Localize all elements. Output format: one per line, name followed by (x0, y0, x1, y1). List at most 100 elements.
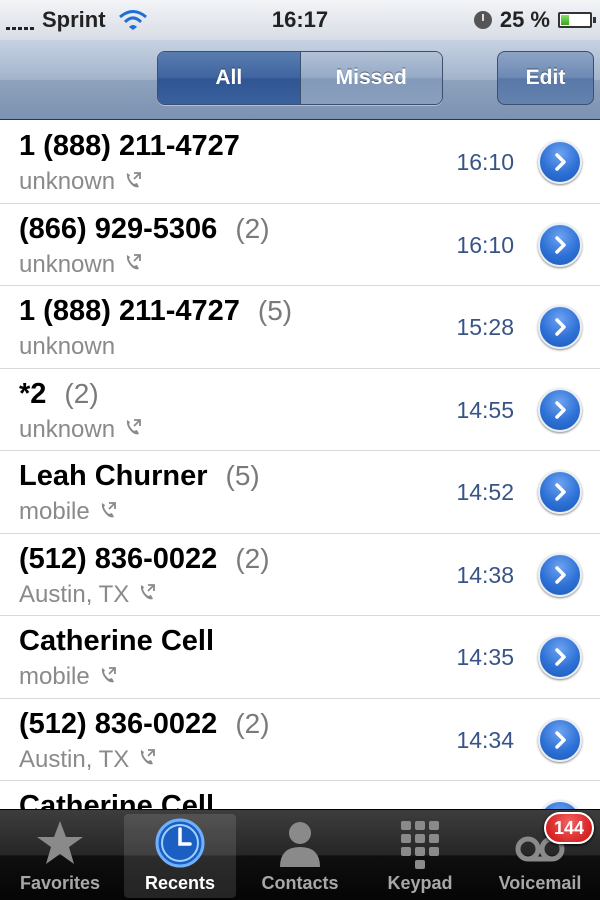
tab-label: Voicemail (498, 873, 582, 893)
chevron-right-icon (550, 152, 570, 172)
detail-disclosure-button[interactable] (538, 140, 582, 184)
call-sub-line: unknown (19, 333, 115, 361)
detail-disclosure-button[interactable] (538, 717, 582, 762)
outgoing-call-icon (98, 665, 118, 690)
call-sub-line: unknown (19, 251, 143, 279)
outgoing-call-icon (98, 500, 118, 525)
chevron-right-icon (550, 730, 570, 750)
segment-all[interactable]: All (158, 52, 300, 104)
tab-label: Recents (144, 873, 216, 893)
call-sub-line: unknown (19, 416, 143, 444)
battery-percent: 25 % (499, 7, 550, 32)
chevron-right-icon (550, 565, 570, 585)
caller-name: *2 (19, 377, 47, 410)
star-icon (37, 821, 83, 864)
call-row[interactable]: (866) 929-5306 (2) unknown 16:10 (0, 204, 600, 286)
tab-recents[interactable]: Recents (124, 814, 236, 898)
detail-disclosure-button[interactable] (538, 470, 582, 514)
call-time: 14:38 (456, 561, 514, 588)
call-time: 14:35 (456, 644, 514, 670)
call-label: Austin, TX (19, 580, 130, 608)
edit-button[interactable]: Edit (497, 51, 594, 105)
caller-name: (512) 836-0022 (19, 542, 218, 575)
keypad-icon (401, 821, 439, 869)
recents-list[interactable]: 1 (888) 211-4727 unknown 16:10 (866) 929-53… (0, 121, 600, 809)
call-count: (2) (235, 707, 270, 739)
tab-label: Keypad (387, 873, 453, 893)
caller-name: Leah Churner (19, 460, 208, 492)
call-time: 14:52 (456, 479, 514, 505)
detail-disclosure-button[interactable] (538, 387, 582, 432)
outgoing-call-icon (123, 417, 143, 442)
caller-name: Catherine Cell (19, 625, 214, 657)
status-bar: Sprint 16:17 25 % (0, 0, 600, 40)
call-row[interactable]: *2 (2) unknown 14:55 (0, 369, 600, 451)
caller-name: (866) 929-5306 (19, 212, 218, 245)
caller-name: (512) 836-0022 (19, 707, 218, 740)
voicemail-badge: 144 (543, 812, 594, 844)
call-time: 14:34 (456, 726, 514, 753)
outgoing-call-icon (123, 170, 143, 195)
call-row[interactable]: Catherine Cell mobile 14:35 (0, 616, 600, 699)
call-row[interactable]: Catherine Cell (0, 781, 600, 809)
tab-favorites[interactable]: Favorites (4, 814, 116, 898)
filter-segmented-control: All Missed (157, 51, 443, 105)
call-sub-line: Austin, TX (19, 746, 157, 774)
call-sub-line: mobile (19, 498, 118, 526)
person-icon (280, 822, 320, 867)
call-label: unknown (19, 415, 116, 443)
status-right: 25 % (473, 7, 596, 33)
tab-bar: Favorites Recents Contacts Keypad Voicem… (0, 809, 600, 900)
tab-keypad[interactable]: Keypad (364, 814, 476, 898)
chevron-right-icon (550, 317, 570, 337)
caller-name: 1 (888) 211-4727 (19, 130, 240, 162)
detail-disclosure-button[interactable] (538, 222, 582, 267)
call-count: (2) (235, 542, 270, 574)
detail-disclosure-button[interactable] (538, 800, 582, 809)
tab-label: Favorites (19, 873, 101, 893)
call-count: (5) (257, 295, 293, 326)
segment-missed[interactable]: Missed (299, 52, 442, 104)
detail-disclosure-button[interactable] (538, 552, 582, 597)
call-label: unknown (19, 333, 116, 360)
call-name-line: 1 (888) 211-4727 (19, 130, 240, 163)
chevron-right-icon (550, 400, 570, 420)
call-label: mobile (19, 663, 90, 690)
call-sub-line: unknown (19, 168, 143, 196)
call-time: 14:55 (456, 396, 514, 423)
call-label: unknown (19, 250, 116, 278)
chevron-right-icon (550, 482, 570, 502)
call-row[interactable]: Leah Churner (5) mobile 14:52 (0, 451, 600, 534)
call-time: 15:28 (456, 314, 514, 340)
call-name-line: (512) 836-0022 (2) (19, 708, 270, 741)
call-count: (5) (225, 460, 260, 491)
call-row[interactable]: (512) 836-0022 (2) Austin, TX 14:34 (0, 699, 600, 781)
call-time: 16:10 (456, 149, 514, 175)
call-name-line: (866) 929-5306 (2) (19, 213, 270, 246)
call-row[interactable]: 1 (888) 211-4727 unknown 16:10 (0, 121, 600, 204)
call-count: (2) (64, 377, 99, 409)
call-name-line: (512) 836-0022 (2) (19, 543, 270, 576)
chevron-right-icon (550, 647, 570, 667)
chevron-right-icon (550, 235, 570, 255)
call-row[interactable]: (512) 836-0022 (2) Austin, TX 14:38 (0, 534, 600, 616)
call-label: unknown (19, 168, 116, 195)
tab-voicemail[interactable]: Voicemail 144 (484, 812, 596, 898)
tab-contacts[interactable]: Contacts (244, 814, 356, 898)
call-name-line: Leah Churner (5) (19, 460, 260, 493)
tab-label: Contacts (261, 873, 339, 893)
call-name-line: Catherine Cell (19, 625, 214, 658)
call-name-line: Catherine Cell (19, 790, 214, 809)
call-name-line: 1 (888) 211-4727 (5) (19, 295, 292, 328)
call-label: mobile (19, 498, 90, 525)
call-sub-line: Austin, TX (19, 581, 157, 609)
call-label: Austin, TX (19, 745, 130, 773)
battery-icon (558, 12, 596, 28)
detail-disclosure-button[interactable] (538, 305, 582, 349)
detail-disclosure-button[interactable] (538, 635, 582, 679)
outgoing-call-icon (123, 252, 143, 277)
caller-name: 1 (888) 211-4727 (19, 295, 240, 327)
alarm-clock-icon (473, 11, 492, 29)
call-time: 16:10 (456, 231, 514, 258)
call-row[interactable]: 1 (888) 211-4727 (5) unknown 15:28 (0, 286, 600, 369)
